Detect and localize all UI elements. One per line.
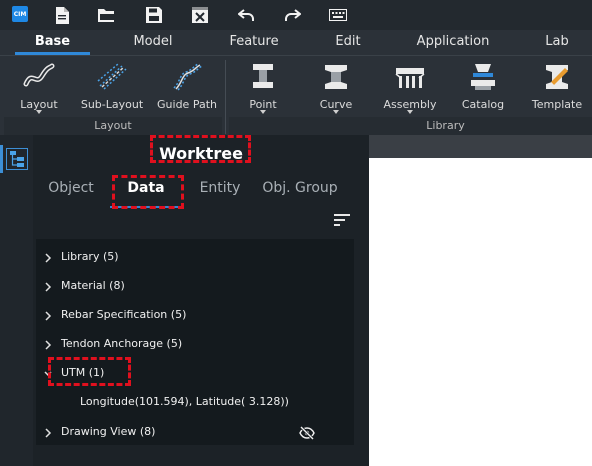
layout-button[interactable]: Layout (12, 60, 66, 118)
worktree-panel: Worktree Object Data Entity Obj. Group L… (33, 135, 369, 466)
menu-tab-application[interactable]: Application (412, 30, 494, 55)
chevron-right-icon[interactable] (44, 253, 52, 263)
undo-icon[interactable] (235, 5, 257, 25)
chevron-down-icon (333, 110, 339, 114)
chevron-right-icon[interactable] (44, 311, 52, 321)
menu-tab-feature[interactable]: Feature (222, 30, 286, 55)
keyboard-icon[interactable] (327, 5, 349, 25)
canvas-tab-strip (369, 135, 592, 158)
chevron-right-icon[interactable] (44, 282, 52, 292)
template-button[interactable]: Template (530, 60, 584, 118)
tree-item-library[interactable]: Library (5) (36, 247, 354, 269)
active-dock-indicator (0, 145, 3, 173)
guide-path-label: Guide Path (157, 98, 217, 111)
tree-item-label: Rebar Specification (5) (61, 308, 187, 321)
left-dock-strip (0, 135, 33, 466)
tree-item-material[interactable]: Material (8) (36, 276, 354, 298)
open-folder-icon[interactable] (96, 5, 118, 25)
menu-tab-lab[interactable]: Lab (535, 30, 579, 55)
save-icon[interactable] (143, 5, 165, 25)
tree-item-label: Material (8) (61, 279, 125, 292)
ribbon: Layout Sub-Layout Guide Path Layout Poin… (0, 55, 592, 135)
utm-highlight-box (48, 357, 131, 386)
tab-obj-group[interactable]: Obj. Group (259, 177, 341, 201)
redo-icon[interactable] (281, 5, 303, 25)
data-tab-highlight-box (112, 175, 184, 209)
menu-bar: Base Model Feature Edit Application Lab (0, 30, 592, 55)
curve-button[interactable]: Curve (310, 60, 362, 118)
sub-layout-label: Sub-Layout (80, 98, 144, 111)
assembly-icon (395, 68, 425, 88)
ribbon-group-divider (225, 60, 226, 134)
new-file-icon[interactable] (51, 5, 73, 25)
library-group-label: Library (426, 119, 465, 132)
i-beam-point-icon (253, 64, 273, 88)
model-canvas[interactable] (369, 158, 592, 466)
template-icon (546, 65, 568, 89)
tree-child-utm-coordinates[interactable]: Longitude(101.594), Latitude( 3.128)) (36, 392, 354, 414)
chevron-right-icon[interactable] (44, 428, 52, 438)
tab-object[interactable]: Object (39, 177, 103, 201)
sub-layout-button[interactable]: Sub-Layout (80, 60, 144, 118)
menu-tab-edit[interactable]: Edit (322, 30, 374, 55)
chevron-down-icon (260, 110, 266, 114)
tree-item-rebar-specification[interactable]: Rebar Specification (5) (36, 305, 354, 327)
catalog-button[interactable]: Catalog (456, 60, 510, 118)
template-label: Template (531, 98, 583, 111)
guide-path-icon (173, 63, 203, 91)
catalog-icon (471, 64, 495, 90)
tree-item-tendon-anchorage[interactable]: Tendon Anchorage (5) (36, 334, 354, 356)
tree-item-label: Drawing View (8) (61, 425, 156, 438)
app-logo: CIM (12, 6, 28, 22)
layout-curve-icon (23, 63, 55, 87)
worktree-toggle-button[interactable] (6, 148, 28, 170)
tree-view-icon (10, 151, 24, 167)
guide-path-button[interactable]: Guide Path (154, 60, 220, 118)
quick-access-toolbar: CIM (0, 0, 592, 30)
data-tree: Library (5) Material (8) Rebar Specifica… (36, 239, 354, 445)
chevron-right-icon[interactable] (44, 340, 52, 350)
point-button[interactable]: Point (238, 60, 288, 118)
i-beam-curve-icon (325, 65, 347, 89)
title-highlight-box (150, 135, 251, 163)
chevron-down-icon (407, 110, 413, 114)
sub-layout-icon (97, 63, 127, 90)
assembly-button[interactable]: Assembly (380, 60, 440, 118)
chevron-down-icon (36, 110, 42, 114)
utm-coordinates-label: Longitude(101.594), Latitude( 3.128)) (80, 395, 289, 408)
tab-entity[interactable]: Entity (191, 177, 249, 201)
tree-item-label: Library (5) (61, 250, 119, 263)
tree-item-label: Tendon Anchorage (5) (61, 337, 183, 350)
sort-icon[interactable] (334, 213, 350, 227)
eye-off-icon[interactable] (299, 426, 315, 440)
layout-group-label: Layout (94, 119, 132, 132)
close-file-icon[interactable] (189, 5, 211, 25)
menu-tab-model[interactable]: Model (120, 30, 186, 55)
catalog-label: Catalog (461, 98, 505, 111)
